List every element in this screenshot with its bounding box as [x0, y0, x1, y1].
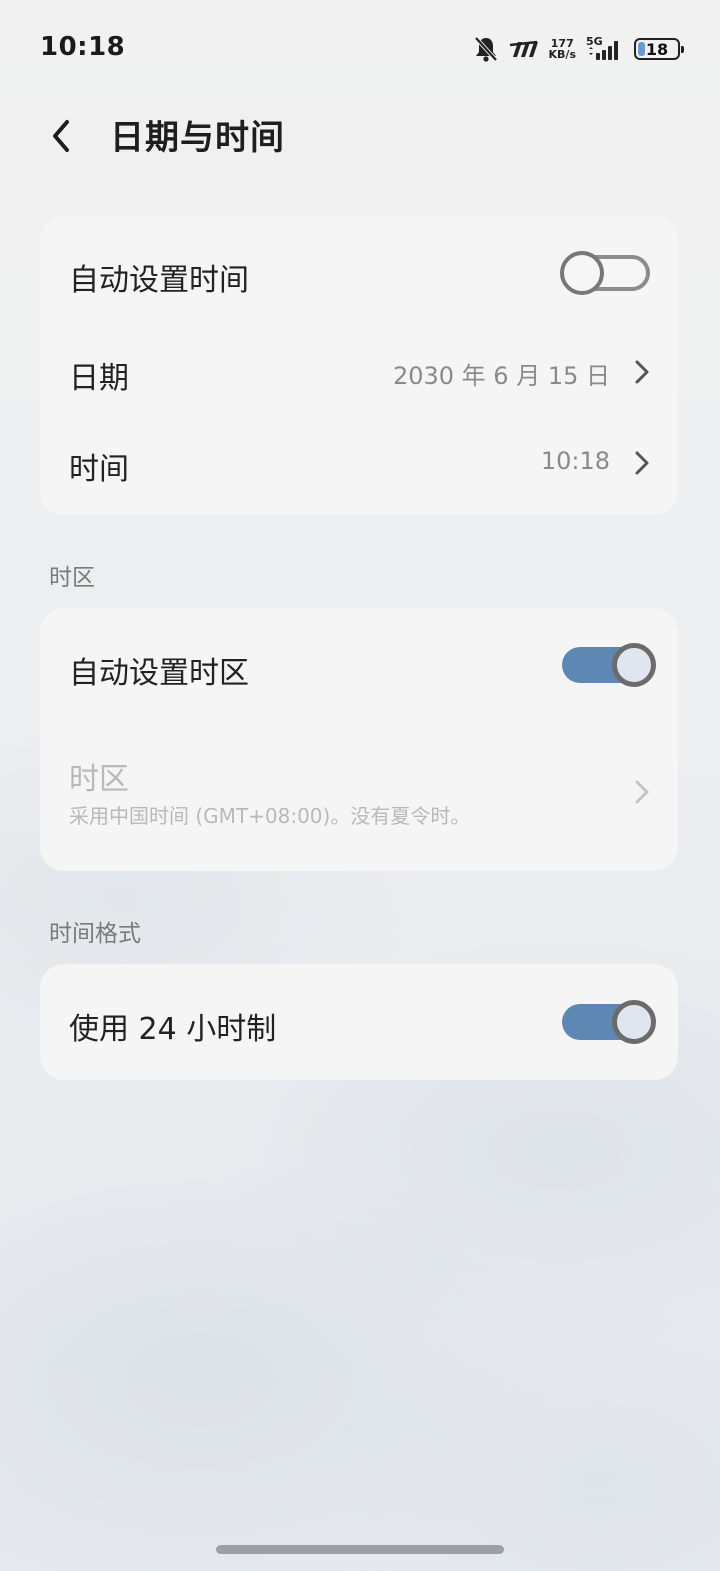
timezone-label: 时区 — [69, 762, 129, 797]
bell-muted-icon — [473, 35, 499, 63]
time-row[interactable]: 时间 10:18 — [40, 416, 678, 512]
date-row[interactable]: 日期 2030 年 6 月 15 日 — [40, 332, 678, 412]
battery-icon: 18 — [634, 38, 684, 60]
back-arrow-icon — [53, 120, 69, 152]
time-format-section-title: 时间格式 — [49, 921, 141, 947]
auto-time-toggle[interactable] — [558, 249, 656, 297]
timezone-summary: 采用中国时间 (GMT+08:00)。没有夏令时。 — [69, 804, 471, 828]
use-24h-row[interactable]: 使用 24 小时制 — [40, 964, 678, 1080]
timezone-card: 自动设置时区 时区 采用中国时间 (GMT+08:00)。没有夏令时。 — [40, 608, 678, 871]
time-label: 时间 — [69, 452, 129, 487]
carrier-logo-icon — [509, 39, 539, 59]
auto-time-label: 自动设置时间 — [69, 263, 249, 298]
auto-timezone-label: 自动设置时区 — [69, 656, 249, 691]
date-value: 2030 年 6 月 15 日 — [392, 362, 610, 390]
net-speed-unit: KB/s — [548, 48, 576, 61]
back-button[interactable] — [30, 106, 90, 166]
timezone-row: 时区 采用中国时间 (GMT+08:00)。没有夏令时。 — [40, 726, 678, 871]
auto-timezone-row[interactable]: 自动设置时区 — [40, 608, 678, 726]
app-header: 日期与时间 — [0, 96, 720, 176]
chevron-right-icon — [635, 451, 649, 475]
net-speed: 177 KB/s — [549, 38, 576, 60]
signal-strength: 5G — [586, 35, 624, 63]
timezone-section-title: 时区 — [49, 565, 95, 591]
home-indicator[interactable] — [216, 1545, 504, 1554]
use-24h-label: 使用 24 小时制 — [69, 1012, 277, 1047]
battery-level: 18 — [645, 39, 669, 59]
auto-time-row[interactable]: 自动设置时间 — [40, 216, 678, 332]
datetime-card: 自动设置时间 日期 2030 年 6 月 15 日 时间 10:18 — [40, 216, 678, 515]
status-time: 10:18 — [40, 32, 126, 62]
page-title: 日期与时间 — [110, 118, 285, 158]
chevron-right-icon — [635, 360, 649, 384]
network-type: 5G — [586, 35, 603, 48]
auto-timezone-toggle[interactable] — [558, 641, 656, 689]
time-format-card: 使用 24 小时制 — [40, 964, 678, 1080]
time-value: 10:18 — [540, 447, 610, 475]
date-label: 日期 — [69, 361, 129, 396]
use-24h-toggle[interactable] — [558, 998, 656, 1046]
status-icons: 177 KB/s 5G 18 — [473, 34, 684, 64]
chevron-right-icon — [635, 780, 649, 804]
status-bar: 10:18 177 KB/s 5G 18 — [0, 0, 720, 96]
